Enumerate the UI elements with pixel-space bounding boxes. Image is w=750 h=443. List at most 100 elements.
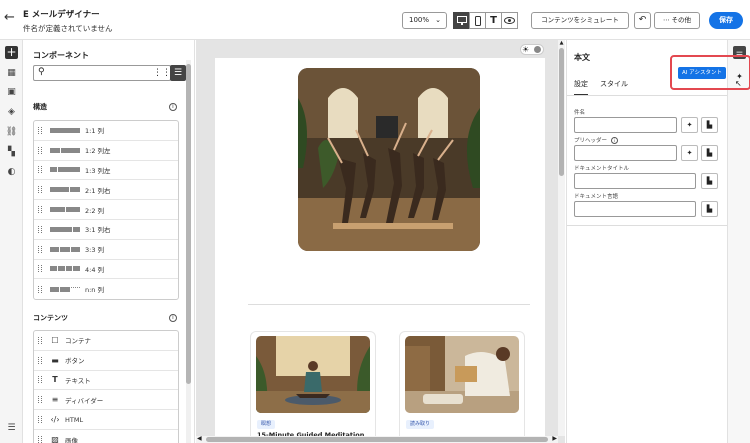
hero-image[interactable]: [298, 68, 480, 251]
grid-view-button[interactable]: ⋮⋮: [153, 65, 171, 81]
info-icon[interactable]: i: [169, 103, 177, 111]
scrollbar-thumb[interactable]: [186, 64, 191, 384]
meditation-image: [256, 336, 370, 413]
canvas-vertical-scrollbar[interactable]: ▲: [558, 40, 565, 436]
personalize-button[interactable]: ▙: [701, 145, 718, 161]
drag-handle-icon: [38, 436, 42, 443]
tab-style[interactable]: スタイル: [600, 79, 628, 96]
page-subtitle: 件名が定義されていません: [23, 24, 113, 33]
structure-item[interactable]: 2:2 列: [34, 200, 178, 220]
personalize-icon: ▙: [706, 205, 713, 213]
column-3-3-icon: [50, 246, 80, 252]
help-icon[interactable]: ☰: [5, 422, 18, 435]
ai-assistant-button[interactable]: AI アシスタント: [678, 67, 726, 79]
ai-generate-button[interactable]: ✦: [681, 117, 698, 133]
content-item[interactable]: ▨ 画像: [34, 430, 178, 443]
left-rail: + ▦ ▣ ◈ ⛓ ▚ ◐ ☰: [0, 40, 23, 443]
more-button[interactable]: ⋯ その他: [654, 12, 700, 29]
reading-photo: [405, 336, 519, 413]
fragments-icon[interactable]: ▚: [5, 146, 18, 159]
assets-icon[interactable]: ▣: [5, 86, 18, 99]
structure-item-label: 4:4 列: [85, 265, 105, 274]
drag-handle-icon: [38, 396, 42, 404]
structure-item[interactable]: 1:3 列左: [34, 161, 178, 181]
drag-handle-icon: [38, 285, 42, 293]
content-item[interactable]: ☐ コンテナ: [34, 331, 178, 351]
document-language-input[interactable]: [574, 201, 696, 217]
zoom-value: 100%: [409, 16, 430, 24]
panel-scrollbar[interactable]: [186, 60, 191, 443]
layers-icon[interactable]: ◈: [5, 106, 18, 119]
theme-toggle[interactable]: ☀: [520, 44, 544, 55]
column-3-1-icon: [50, 226, 80, 232]
scroll-left-icon[interactable]: ◀: [197, 435, 202, 442]
components-panel: コンポーネント ⚲ ⋮⋮ ☰ 構造 i 1:1 列 1:2 列左 1:3 列左 …: [23, 40, 195, 443]
structure-item[interactable]: 3:1 列右: [34, 220, 178, 240]
structure-item[interactable]: 4:4 列: [34, 260, 178, 280]
personalize-button[interactable]: ▙: [701, 117, 718, 133]
mobile-icon: [474, 15, 481, 26]
structure-item[interactable]: n:n 列: [34, 279, 178, 299]
structure-item[interactable]: 3:3 列: [34, 240, 178, 260]
content-item-label: ボタン: [65, 357, 85, 366]
undo-button[interactable]: ↶: [634, 12, 651, 29]
list-icon: ☰: [173, 68, 183, 78]
info-icon[interactable]: i: [169, 314, 177, 322]
scroll-right-icon[interactable]: ▶: [552, 435, 557, 442]
theme-icon[interactable]: ◐: [5, 166, 18, 179]
mobile-view-button[interactable]: [469, 12, 486, 29]
text-view-button[interactable]: T: [485, 12, 502, 29]
preview-button[interactable]: [501, 12, 518, 29]
column-2-1-icon: [50, 187, 80, 193]
add-icon[interactable]: +: [5, 46, 18, 59]
scrollbar-thumb[interactable]: [206, 437, 548, 442]
canvas-horizontal-scrollbar[interactable]: ◀ ▶: [196, 435, 558, 443]
list-view-button[interactable]: ☰: [170, 65, 186, 81]
personalize-icon: ▙: [706, 121, 713, 129]
back-arrow-icon[interactable]: ←: [4, 11, 18, 25]
panel-divider: [567, 225, 728, 226]
drag-handle-icon: [38, 126, 42, 134]
preheader-label: プリヘッダー i: [574, 136, 619, 144]
save-button[interactable]: 保存: [709, 12, 743, 29]
document-title-input[interactable]: [574, 173, 696, 189]
cursor-icon: ↖: [735, 79, 742, 88]
personalize-button[interactable]: ▙: [701, 173, 718, 189]
structure-item[interactable]: 1:2 列左: [34, 141, 178, 161]
scrollbar-thumb[interactable]: [559, 48, 564, 176]
desktop-view-button[interactable]: [453, 12, 470, 29]
sparkle-icon: ✦: [686, 149, 693, 157]
scroll-up-icon[interactable]: ▲: [558, 40, 565, 46]
link-icon[interactable]: ⛓: [5, 126, 18, 139]
simulate-content-button[interactable]: コンテンツをシミュレート: [531, 12, 629, 29]
sparkle-icon: ✦: [686, 121, 693, 129]
column-1-2-icon: [50, 147, 80, 153]
eye-icon: [504, 17, 515, 24]
content-item[interactable]: ▬ ボタン: [34, 351, 178, 371]
content-item[interactable]: ‹/› HTML: [34, 410, 178, 430]
personalize-icon: ▙: [706, 149, 713, 157]
article-card[interactable]: 読み取り: [399, 331, 525, 443]
structure-item[interactable]: 2:1 列右: [34, 180, 178, 201]
divider-icon: ≡: [51, 395, 59, 405]
undo-icon: ↶: [638, 15, 647, 25]
column-n-n-icon: [50, 286, 80, 292]
tab-settings[interactable]: 設定: [574, 79, 588, 96]
article-card[interactable]: 瞑想 15-Minute Guided Meditation: [250, 331, 376, 443]
structure-item[interactable]: 1:1 列: [34, 121, 178, 141]
component-search-input[interactable]: ⚲: [33, 65, 171, 81]
layout-icon[interactable]: ▦: [5, 67, 18, 80]
drag-handle-icon: [38, 245, 42, 253]
ai-generate-button[interactable]: ✦: [681, 145, 698, 161]
ellipsis-icon: ⋯: [662, 16, 672, 24]
content-item[interactable]: T テキスト: [34, 371, 178, 391]
content-item[interactable]: ≡ ディバイダー: [34, 390, 178, 411]
info-icon[interactable]: i: [611, 137, 619, 144]
personalize-button[interactable]: ▙: [701, 201, 718, 217]
more-label: その他: [671, 16, 692, 24]
zoom-select[interactable]: 100% ⌄: [402, 12, 447, 29]
document-title-label: ドキュメントタイトル: [574, 166, 630, 172]
preheader-input[interactable]: [574, 145, 677, 161]
subject-input[interactable]: [574, 117, 677, 133]
drag-handle-icon: [38, 206, 42, 214]
